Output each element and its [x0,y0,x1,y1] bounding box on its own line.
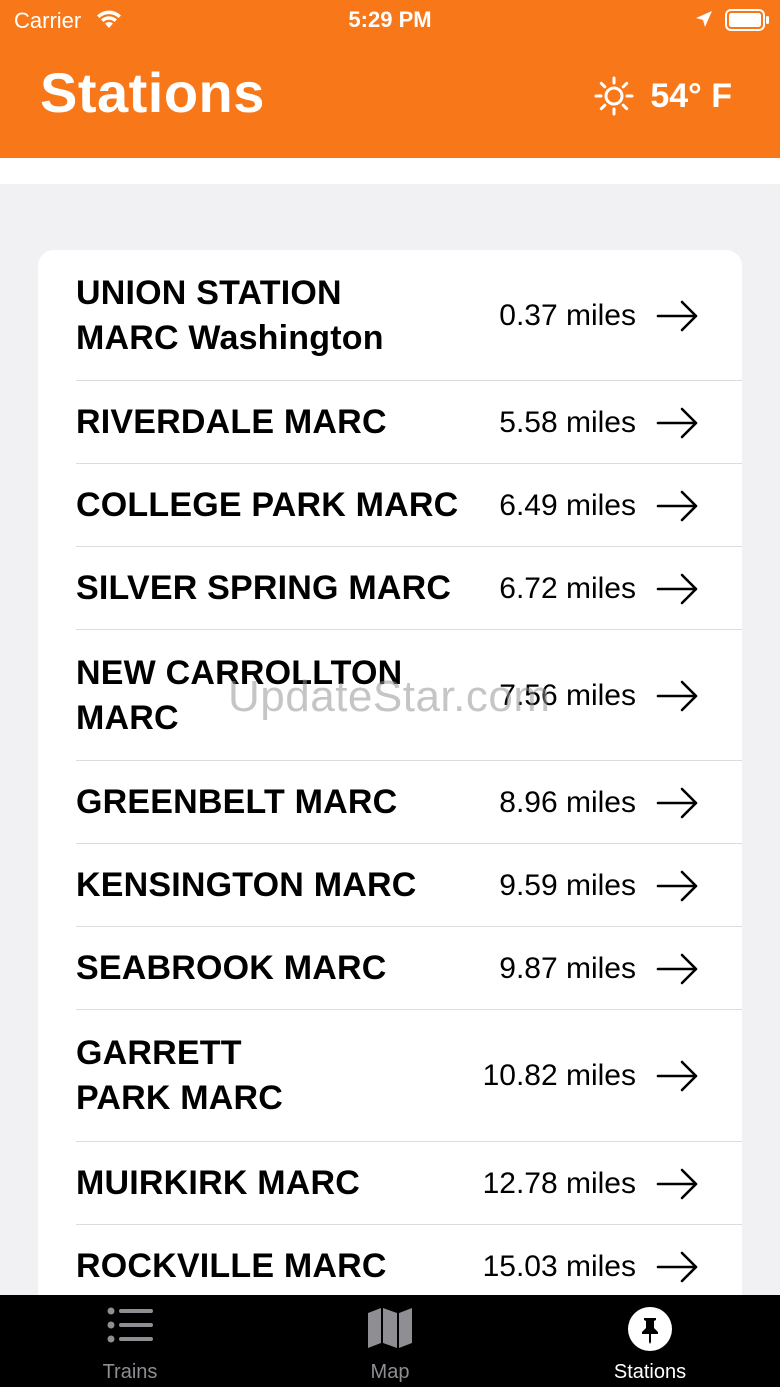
arrow-right-icon [656,787,698,818]
station-row[interactable]: GARRETT PARK MARC 10.82 miles [38,1010,742,1142]
arrow-right-icon [656,1060,698,1092]
station-distance: 0.37 miles [499,298,636,332]
station-distance: 12.78 miles [482,1166,636,1200]
tab-label: Map [370,1361,410,1383]
map-icon [368,1308,412,1348]
station-row[interactable]: COLLEGE PARK MARC 6.49 miles [38,464,742,547]
stations-list: UNION STATION MARC Washington 0.37 miles RI… [38,250,742,1350]
pin-icon [628,1307,672,1351]
station-distance: 8.96 miles [499,785,636,819]
arrow-right-icon [656,953,698,984]
station-row[interactable]: UNION STATION MARC Washington 0.37 miles [38,250,742,381]
tab-bar: Trains Map Stations [0,1295,780,1387]
arrow-right-icon [656,1251,698,1282]
location-arrow-icon [696,11,712,27]
tab-label: Trains [102,1361,158,1383]
station-name: GREENBELT MARC [76,783,398,821]
arrow-right-icon [656,680,698,711]
station-distance: 10.82 miles [482,1059,636,1092]
arrow-right-icon [656,490,698,521]
tab-map[interactable]: Map [260,1295,520,1387]
arrow-right-icon [656,870,698,901]
station-name: SEABROOK MARC [76,949,387,987]
station-distance: 6.49 miles [499,488,636,522]
header-divider [0,158,780,184]
station-row[interactable]: GREENBELT MARC 8.96 miles [38,761,742,844]
list-icon [107,1307,153,1343]
page-title: Stations [40,61,265,124]
station-distance: 9.87 miles [499,951,636,985]
station-distance: 5.58 miles [499,405,636,439]
station-row[interactable]: SILVER SPRING MARC 6.72 miles [38,547,742,630]
station-row[interactable]: KENSINGTON MARC 9.59 miles [38,844,742,927]
status-bar: Carrier 5:29 PM [0,0,780,40]
header: Carrier 5:29 PM Stations 54° F [0,0,780,158]
arrow-right-icon [656,300,698,331]
station-name: UNION STATION MARC Washington [76,273,384,357]
station-row[interactable]: RIVERDALE MARC 5.58 miles [38,381,742,464]
temperature: 54° F [650,76,732,115]
station-name: RIVERDALE MARC [76,403,387,441]
station-row[interactable]: MUIRKIRK MARC 12.78 miles [38,1142,742,1225]
weather: 54° F [594,76,732,116]
tab-stations[interactable]: Stations [520,1295,780,1387]
station-name: SILVER SPRING MARC [76,569,452,607]
station-row[interactable]: SEABROOK MARC 9.87 miles [38,927,742,1010]
tab-label: Stations [613,1361,687,1383]
station-row[interactable]: NEW CARROLLTON MARC 7.56 miles [38,630,742,761]
station-distance: 7.56 miles [499,678,636,712]
status-time: 5:29 PM [348,7,432,32]
arrow-right-icon [656,1168,698,1199]
station-name: GARRETT PARK MARC [76,1034,284,1117]
arrow-right-icon [656,407,698,438]
sun-icon [594,76,634,116]
station-name: NEW CARROLLTON MARC [76,653,403,737]
station-name: COLLEGE PARK MARC [76,486,459,524]
station-name: KENSINGTON MARC [76,866,417,904]
station-distance: 9.59 miles [499,868,636,902]
tab-trains[interactable]: Trains [0,1295,260,1387]
station-distance: 6.72 miles [499,571,636,605]
battery-icon [725,9,769,31]
arrow-right-icon [656,573,698,604]
station-name: MUIRKIRK MARC [76,1164,361,1202]
